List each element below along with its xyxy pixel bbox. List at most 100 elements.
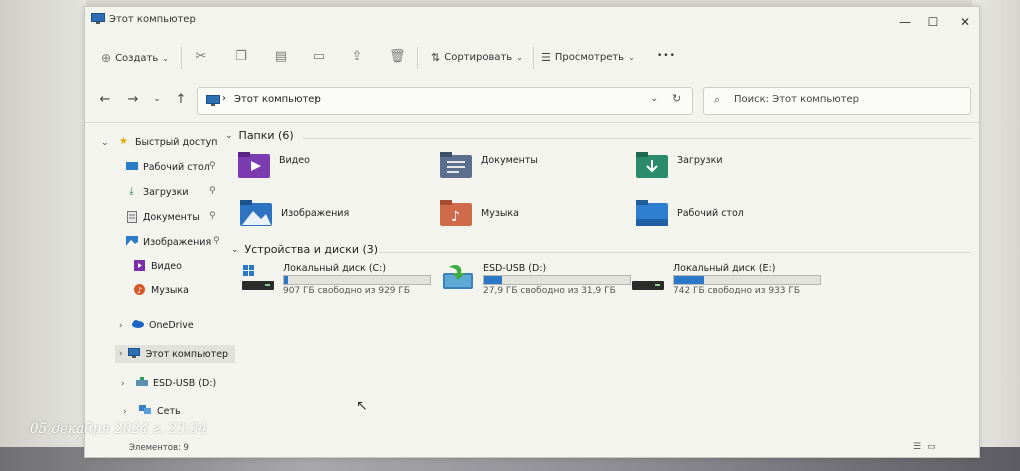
svg-text:♪: ♪ — [451, 209, 460, 225]
delete-icon[interactable]: 🗑 — [389, 49, 406, 65]
close-button[interactable]: ✕ — [953, 12, 977, 32]
usb-install-drive-icon — [443, 265, 473, 289]
sidebar-item-quick-access[interactable]: ★ Быстрый доступ — [117, 133, 217, 151]
tiles-view-icon[interactable]: ▭ — [927, 442, 939, 452]
up-arrow-icon[interactable]: ↑ — [173, 92, 189, 107]
breadcrumb-chevron[interactable]: › — [314, 93, 318, 104]
titlebar: Этот компьютер — ☐ ✕ — [85, 7, 979, 37]
sidebar-item-label: Музыка — [151, 284, 189, 296]
folder-label: Видео — [279, 154, 310, 166]
search-placeholder: Поиск: Этот компьютер — [734, 94, 860, 105]
sidebar-item-pictures[interactable]: Изображения — [125, 233, 211, 251]
sidebar-item-label: Этот компьютер — [145, 348, 229, 360]
mouse-cursor-icon: ↖ — [356, 398, 368, 414]
photo-timestamp: 05 декабря 2024 г. 23:34 — [30, 421, 208, 437]
sort-icon: ⇅ — [431, 51, 441, 64]
folder-item-videos[interactable]: Видео — [237, 151, 310, 179]
forward-arrow-icon[interactable]: → — [125, 92, 141, 107]
separator — [533, 47, 534, 69]
sort-button[interactable]: ⇅ Сортировать ⌄ — [431, 51, 523, 64]
folder-item-desktop[interactable]: Рабочий стол — [635, 199, 744, 227]
address-row: ← → ⌄ ↑ › Этот компьютер › ⌄ ↻ ⌕ Поиск: … — [85, 85, 979, 115]
view-button[interactable]: ☰ Просмотреть ⌄ — [541, 51, 635, 64]
address-dropdown-icon[interactable]: ⌄ — [650, 93, 658, 104]
back-arrow-icon[interactable]: ← — [97, 92, 113, 107]
folder-label: Рабочий стол — [677, 207, 744, 219]
desktop-icon — [125, 161, 138, 173]
refresh-icon[interactable]: ↻ — [672, 92, 681, 105]
search-icon: ⌕ — [714, 93, 721, 106]
folder-item-music[interactable]: ♪ Музыка — [439, 199, 519, 227]
group-divider — [379, 252, 971, 253]
sidebar-item-label: Быстрый доступ — [135, 136, 218, 148]
share-icon[interactable]: ⇪ — [349, 49, 365, 65]
paste-icon[interactable]: ▤ — [273, 49, 289, 65]
sidebar-item-music[interactable]: ♪ Музыка — [133, 281, 189, 299]
sort-label: Сортировать — [444, 52, 513, 63]
desktop-background-left — [0, 0, 86, 471]
sidebar-item-label: Изображения — [143, 236, 212, 248]
drive-free-space: 907 ГБ свободно из 929 ГБ — [283, 286, 411, 296]
video-icon — [133, 260, 146, 272]
computer-icon — [206, 95, 220, 106]
view-label: Просмотреть — [554, 52, 625, 63]
pin-icon[interactable]: ⚲ — [209, 211, 216, 221]
chevron-right-icon[interactable]: › — [121, 379, 125, 389]
pin-icon[interactable]: ⚲ — [209, 186, 216, 196]
more-options-button[interactable]: ••• — [657, 51, 676, 61]
sidebar-item-documents[interactable]: Документы — [125, 208, 200, 226]
music-icon: ♪ — [133, 284, 146, 296]
chevron-down-icon: ⌄ — [516, 53, 523, 62]
drives-group-header[interactable]: ⌄ Устройства и диски (3) — [231, 243, 378, 256]
folder-item-documents[interactable]: Документы — [439, 151, 538, 179]
copy-icon[interactable]: ❐ — [233, 49, 249, 65]
drive-usage-fill — [284, 276, 288, 284]
sidebar-item-downloads[interactable]: ⤓ Загрузки — [125, 183, 188, 201]
sidebar-item-this-pc[interactable]: › Этот компьютер — [115, 345, 235, 363]
status-bar: Элементов: 9 ☰ ▭ — [85, 439, 979, 457]
folder-item-downloads[interactable]: Загрузки — [635, 151, 723, 179]
music-folder-icon: ♪ — [440, 200, 472, 226]
pin-icon[interactable]: ⚲ — [213, 236, 220, 246]
chevron-down-icon: ⌄ — [628, 53, 635, 62]
search-input[interactable]: ⌕ Поиск: Этот компьютер — [703, 87, 971, 115]
folders-group-header[interactable]: ⌄ Папки (6) — [225, 129, 294, 142]
create-button[interactable]: ⊕ Создать ⌄ — [101, 51, 169, 65]
documents-icon — [125, 211, 138, 223]
star-icon: ★ — [119, 136, 128, 147]
sidebar-item-onedrive[interactable]: OneDrive — [131, 316, 194, 334]
documents-folder-icon — [440, 152, 472, 178]
chevron-right-icon[interactable]: › — [119, 321, 123, 331]
drive-item-d[interactable]: ESD-USB (D:) 27,9 ГБ свободно из 31,9 ГБ — [441, 263, 641, 303]
drive-name: ESD-USB (D:) — [483, 263, 547, 274]
drive-item-c[interactable]: Локальный диск (C:) 907 ГБ свободно из 9… — [241, 263, 441, 303]
computer-icon — [91, 13, 105, 24]
sidebar-item-network[interactable]: Сеть — [139, 402, 181, 420]
sidebar-item-desktop[interactable]: Рабочий стол — [125, 158, 210, 176]
folder-label: Документы — [481, 154, 538, 166]
create-label: Создать — [115, 52, 159, 64]
minimize-button[interactable]: — — [893, 12, 917, 32]
view-icon: ☰ — [541, 51, 551, 64]
downloads-folder-icon — [636, 152, 668, 178]
breadcrumb-path[interactable]: Этот компьютер — [234, 94, 321, 105]
hard-drive-icon — [632, 281, 664, 290]
drive-usage-fill — [674, 276, 704, 284]
address-bar[interactable]: › Этот компьютер › ⌄ ↻ — [197, 87, 693, 115]
pin-icon[interactable]: ⚲ — [209, 161, 216, 171]
folders-group-title: Папки (6) — [238, 129, 294, 142]
drive-item-e[interactable]: Локальный диск (E:) 742 ГБ свободно из 9… — [631, 263, 831, 303]
chevron-down-icon[interactable]: ⌄ — [101, 138, 109, 148]
sidebar-item-videos[interactable]: Видео — [133, 257, 182, 275]
folder-item-pictures[interactable]: Изображения — [239, 199, 349, 227]
sidebar-item-esd-usb[interactable]: ESD-USB (D:) — [135, 374, 216, 392]
rename-icon[interactable]: ▭ — [311, 49, 327, 65]
cut-icon[interactable]: ✂ — [193, 49, 209, 65]
recent-locations-chevron-icon[interactable]: ⌄ — [149, 94, 165, 104]
drive-free-space: 27,9 ГБ свободно из 31,9 ГБ — [483, 286, 616, 296]
chevron-right-icon: › — [119, 349, 123, 359]
maximize-button[interactable]: ☐ — [921, 12, 945, 32]
drive-name: Локальный диск (C:) — [283, 263, 387, 274]
chevron-right-icon[interactable]: › — [123, 407, 127, 417]
details-view-icon[interactable]: ☰ — [913, 442, 925, 452]
